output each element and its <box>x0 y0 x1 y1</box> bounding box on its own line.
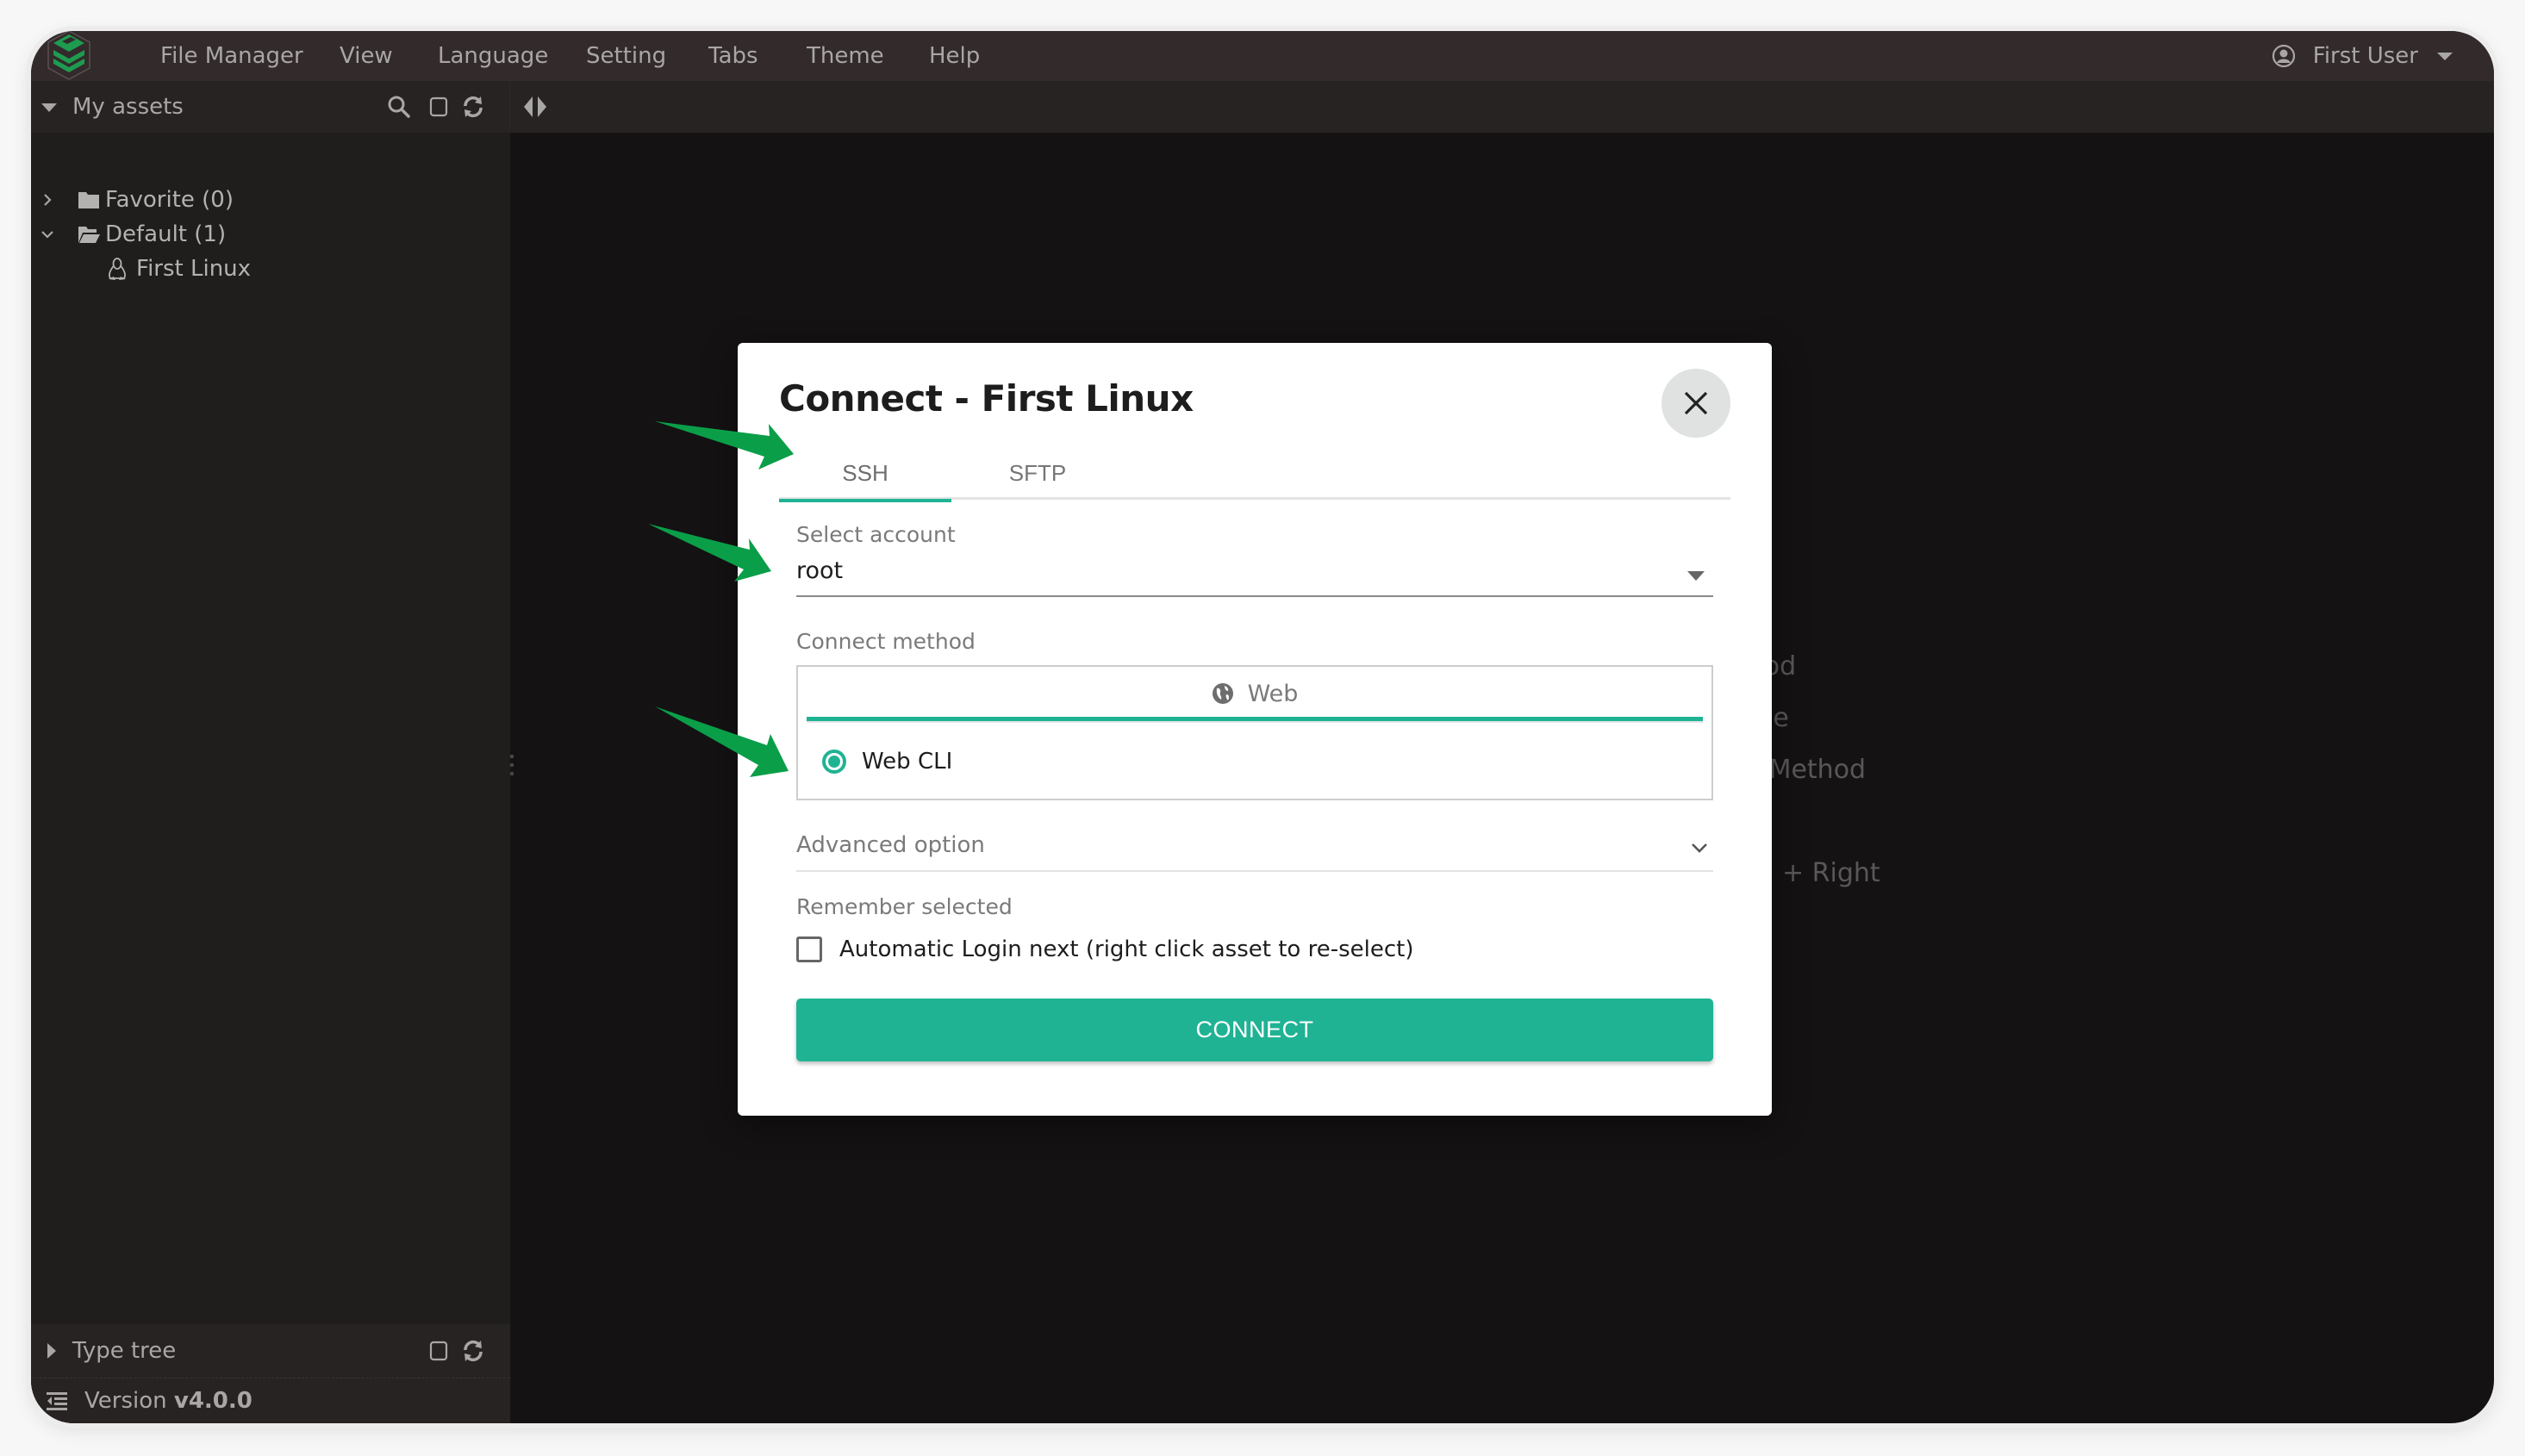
user-name: First User <box>2312 43 2418 69</box>
search-icon[interactable] <box>386 94 412 120</box>
chevron-down-icon[interactable] <box>38 217 57 252</box>
connect-dialog: Connect - First Linux SSH SFTP Select ac… <box>738 343 1772 1116</box>
auto-login-label: Automatic Login next (right click asset … <box>839 936 1414 962</box>
menu-tabs[interactable]: Tabs <box>708 31 758 81</box>
version-label: Version v4.0.0 <box>84 1378 253 1423</box>
tree-item-label: Default (1) <box>105 221 227 247</box>
folder-icon <box>78 192 99 208</box>
active-tab-indicator <box>779 499 951 502</box>
advanced-option-toggle[interactable]: Advanced option <box>796 825 1713 872</box>
menu-language[interactable]: Language <box>438 31 548 81</box>
version-number: v4.0.0 <box>173 1388 253 1414</box>
radio-selected-icon[interactable] <box>822 750 846 774</box>
version-text: Version <box>84 1388 167 1414</box>
sidebar-title[interactable]: My assets <box>72 81 184 133</box>
collapse-menu-icon[interactable] <box>47 1392 69 1411</box>
divider <box>807 721 1703 723</box>
menubar: File Manager View Language Setting Tabs … <box>31 31 2494 81</box>
menu-view[interactable]: View <box>340 31 393 81</box>
menu-setting[interactable]: Setting <box>586 31 666 81</box>
dialog-title: Connect - First Linux <box>779 377 1194 420</box>
linux-icon <box>109 258 126 280</box>
tab-sftp-label: SFTP <box>1008 460 1067 486</box>
auto-login-checkbox[interactable] <box>796 936 822 962</box>
collapse-triangle-icon[interactable] <box>41 103 57 112</box>
user-circle-icon <box>2272 44 2295 68</box>
caret-down-icon <box>1687 571 1705 581</box>
expand-triangle-icon[interactable] <box>47 1342 57 1360</box>
chevron-down-icon <box>1692 843 1707 853</box>
menu-theme[interactable]: Theme <box>807 31 884 81</box>
type-tree-label: Type tree <box>72 1338 177 1364</box>
tree-item-default[interactable]: Default (1) <box>31 217 510 252</box>
app-logo-icon <box>47 31 90 80</box>
radio-web-cli[interactable]: Web CLI <box>822 744 952 779</box>
connect-method-box: Web Web CLI <box>796 665 1713 800</box>
protocol-tabs: SSH SFTP <box>779 446 1730 502</box>
advanced-option-label: Advanced option <box>796 832 985 858</box>
radio-label: Web CLI <box>862 749 953 775</box>
close-icon <box>1684 391 1708 415</box>
select-account-label: Select account <box>796 522 956 547</box>
account-value: root <box>796 557 844 584</box>
menu-file-manager[interactable]: File Manager <box>160 31 303 81</box>
refresh-icon[interactable] <box>460 1338 486 1364</box>
sidebar-resize-handle[interactable] <box>510 755 515 789</box>
sidebar: My assets Favorite (0) Default (1) First… <box>31 81 510 1423</box>
tab-ssh[interactable]: SSH <box>779 446 951 502</box>
square-icon[interactable] <box>426 1338 452 1364</box>
tab-sftp[interactable]: SFTP <box>951 446 1124 500</box>
user-menu[interactable]: First User <box>2272 31 2453 81</box>
caret-down-icon <box>2437 52 2453 60</box>
connect-method-label: Connect method <box>796 629 976 654</box>
auto-login-checkbox-row[interactable]: Automatic Login next (right click asset … <box>796 932 1413 967</box>
type-tree-header[interactable]: Type tree <box>31 1324 510 1378</box>
background-text: + Right <box>1782 858 1880 888</box>
refresh-icon[interactable] <box>460 94 486 120</box>
chevron-right-icon[interactable] <box>38 183 57 217</box>
toggle-sidebar-icon[interactable] <box>521 95 555 119</box>
tab-ssh-label: SSH <box>842 460 888 486</box>
version-bar: Version v4.0.0 <box>31 1378 510 1423</box>
account-select[interactable]: root <box>796 554 1713 597</box>
method-tab-label: Web <box>1247 680 1299 707</box>
tree-item-label: Favorite (0) <box>105 187 234 213</box>
square-icon[interactable] <box>426 94 452 120</box>
folder-open-icon <box>78 227 100 243</box>
tree-item-first-linux[interactable]: First Linux <box>31 252 510 286</box>
tree-item-label: First Linux <box>136 256 252 282</box>
tree-item-favorite[interactable]: Favorite (0) <box>31 183 510 217</box>
close-button[interactable] <box>1662 369 1730 438</box>
method-tab-web[interactable]: Web <box>807 667 1703 720</box>
globe-icon <box>1212 683 1233 704</box>
sidebar-header: My assets <box>31 81 510 133</box>
menu-help[interactable]: Help <box>929 31 980 81</box>
remember-label: Remember selected <box>796 894 1013 919</box>
connect-button[interactable]: CONNECT <box>796 999 1713 1061</box>
